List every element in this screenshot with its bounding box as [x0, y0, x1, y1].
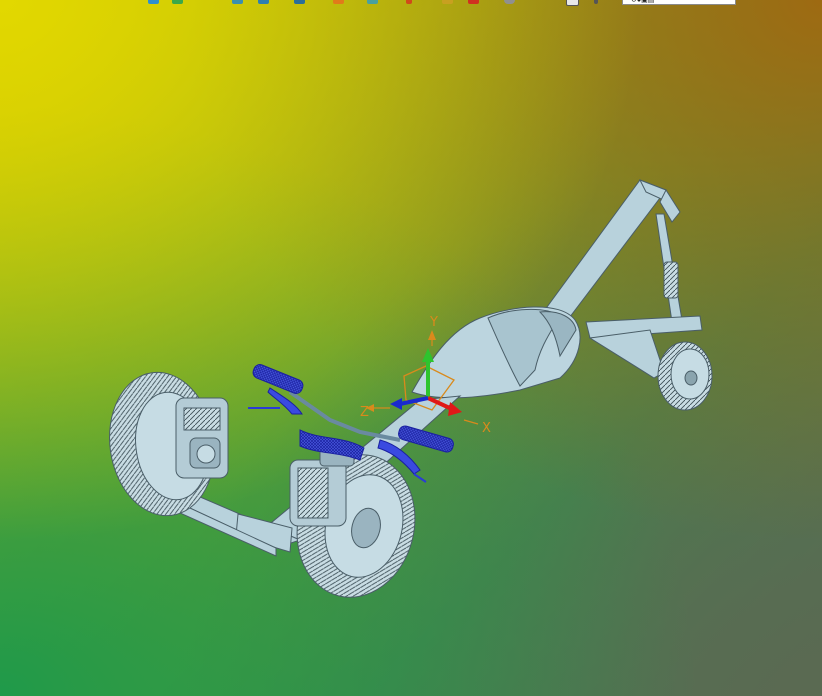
left-engine[interactable]	[175, 397, 229, 479]
right-engine[interactable]	[289, 445, 355, 527]
y-axis-label: Y	[429, 315, 438, 330]
rear-wheel[interactable]	[657, 341, 713, 411]
rear-frame-beam[interactable]	[535, 179, 681, 331]
graphics-viewport[interactable]: ↺●▣▤ Y X Z	[0, 0, 822, 696]
cad-model[interactable]: Y X Z	[0, 0, 822, 696]
x-axis-label: X	[482, 421, 491, 436]
z-axis-label: Z	[360, 405, 369, 420]
